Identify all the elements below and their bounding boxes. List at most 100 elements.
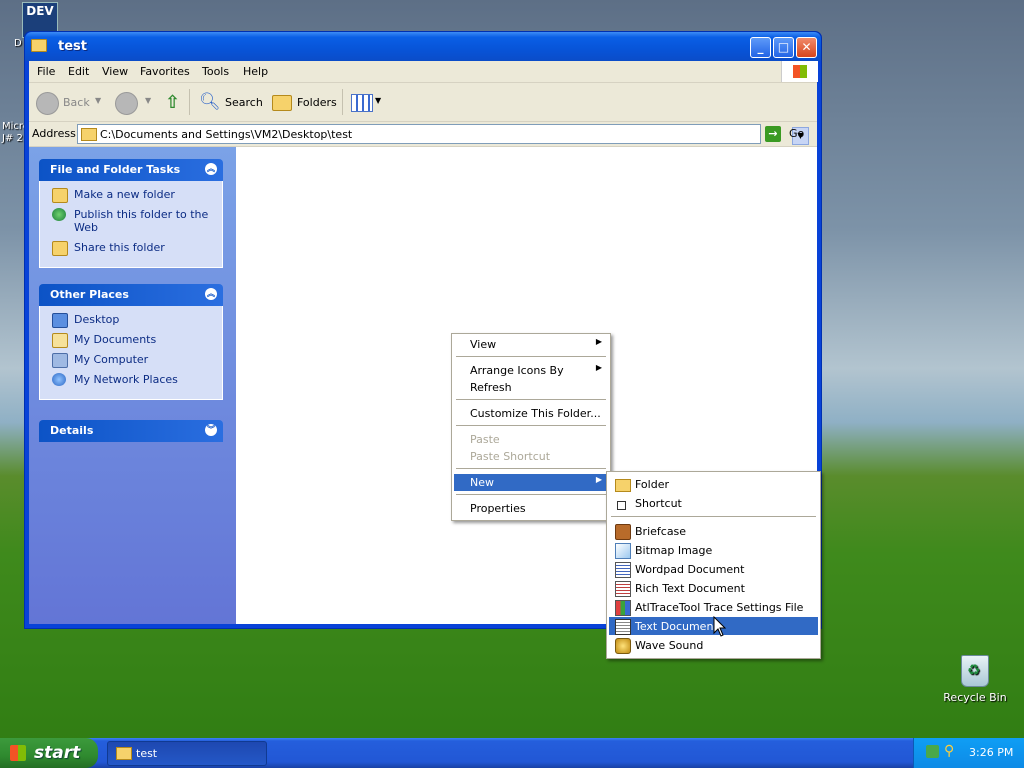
my-computer-icon [52, 353, 68, 368]
desktop-icon [52, 313, 68, 328]
window-title: test [58, 39, 87, 54]
menu-item-paste-shortcut[interactable]: Paste Shortcut [454, 448, 608, 465]
new-rtf-item[interactable]: Rich Text Document [609, 579, 818, 597]
forward-dropdown-icon[interactable]: ▼ [145, 96, 151, 105]
clock[interactable]: 3:26 PM [969, 746, 1013, 759]
panel-header[interactable]: Other Places ︽ [39, 284, 223, 306]
folder-icon [81, 128, 97, 141]
globe-icon [52, 208, 66, 221]
close-button[interactable]: ✕ [796, 37, 817, 58]
context-menu: View ▶ Arrange Icons By ▶ Refresh Customiz… [451, 333, 611, 521]
mouse-cursor-icon [713, 616, 727, 637]
new-atltrace-item[interactable]: AtlTraceTool Trace Settings File [609, 598, 818, 616]
recycle-bin-icon [961, 655, 989, 687]
menu-tools[interactable]: Tools [202, 65, 229, 78]
collapse-chevron-icon[interactable]: ︽ [205, 288, 217, 300]
desktop-icon-label-fragment: J# 2 [2, 133, 23, 144]
folder-icon [116, 747, 132, 760]
network-places-icon [52, 373, 66, 386]
menu-file[interactable]: File [37, 65, 55, 78]
address-label: Address [32, 127, 76, 140]
briefcase-icon [615, 524, 631, 540]
maximize-button[interactable]: □ [773, 37, 794, 58]
new-bitmap-item[interactable]: Bitmap Image [609, 541, 818, 559]
folders-icon[interactable] [272, 95, 292, 111]
back-dropdown-icon[interactable]: ▼ [95, 96, 101, 105]
minimize-button[interactable]: _ [750, 37, 771, 58]
taskbar: start test ⚲ 3:26 PM [0, 738, 1024, 768]
menu-view[interactable]: View [102, 65, 128, 78]
menu-help[interactable]: Help [243, 65, 268, 78]
new-shortcut-item[interactable]: Shortcut [609, 494, 818, 512]
system-tray: ⚲ 3:26 PM [913, 738, 1024, 768]
rich-text-document-icon [615, 581, 631, 597]
address-bar: Address C:\Documents and Settings\VM2\De… [29, 122, 817, 147]
menu-favorites[interactable]: Favorites [140, 65, 190, 78]
wave-sound-icon [615, 638, 631, 654]
task-publish-folder[interactable]: Publish this folder to the Web [52, 208, 214, 234]
start-button[interactable]: start [0, 738, 98, 768]
new-briefcase-item[interactable]: Briefcase [609, 522, 818, 540]
submenu-arrow-icon: ▶ [595, 363, 602, 372]
task-make-new-folder[interactable]: Make a new folder [52, 188, 214, 203]
back-arrow-icon[interactable] [36, 92, 59, 115]
menu-item-customize[interactable]: Customize This Folder... [454, 405, 608, 422]
panel-header[interactable]: File and Folder Tasks ︽ [39, 159, 223, 181]
menu-item-properties[interactable]: Properties [454, 500, 608, 517]
bitmap-icon [615, 543, 631, 559]
network-tray-icon[interactable] [926, 745, 939, 758]
back-button[interactable]: Back [63, 96, 90, 109]
other-places-panel: Other Places ︽ Desktop My Documents My C… [39, 284, 223, 400]
folders-button[interactable]: Folders [297, 96, 337, 109]
trace-settings-icon [615, 600, 631, 616]
new-folder-icon [52, 188, 68, 203]
file-folder-tasks-panel: File and Folder Tasks ︽ Make a new folde… [39, 159, 223, 268]
place-desktop[interactable]: Desktop [52, 313, 214, 328]
windows-logo-icon [781, 61, 818, 82]
folder-icon [615, 479, 631, 492]
title-bar[interactable]: test _ □ ✕ [25, 32, 821, 61]
up-folder-icon[interactable]: ⇧ [165, 92, 183, 113]
views-icon[interactable] [351, 94, 373, 112]
folder-icon [31, 39, 47, 52]
recycle-bin-desktop-icon[interactable]: Recycle Bin [940, 655, 1010, 704]
views-dropdown-icon[interactable]: ▼ [375, 96, 381, 105]
menu-item-new[interactable]: New ▶ [454, 474, 608, 491]
submenu-arrow-icon: ▶ [595, 337, 602, 346]
menu-item-arrange-icons[interactable]: Arrange Icons By ▶ [454, 362, 608, 379]
search-icon[interactable]: 🔍︎ [199, 92, 221, 112]
new-wordpad-item[interactable]: Wordpad Document [609, 560, 818, 578]
go-button[interactable]: Go [789, 127, 804, 140]
menu-item-paste[interactable]: Paste [454, 431, 608, 448]
taskbar-window-button[interactable]: test [107, 741, 267, 766]
go-arrow-icon[interactable]: → [765, 126, 781, 142]
place-my-documents[interactable]: My Documents [52, 333, 214, 348]
address-input[interactable]: C:\Documents and Settings\VM2\Desktop\te… [77, 124, 809, 145]
panel-header[interactable]: Details ︾ [39, 420, 223, 442]
dev-icon-text: DEV [26, 4, 54, 18]
share-folder-icon [52, 241, 68, 256]
wordpad-document-icon [615, 562, 631, 578]
text-document-icon [615, 619, 631, 635]
forward-arrow-icon[interactable] [115, 92, 138, 115]
place-my-network-places[interactable]: My Network Places [52, 373, 214, 386]
menu-bar: File Edit View Favorites Tools Help [29, 61, 818, 83]
expand-chevron-icon[interactable]: ︾ [205, 424, 217, 436]
task-share-folder[interactable]: Share this folder [52, 241, 214, 256]
submenu-arrow-icon: ▶ [595, 475, 602, 484]
details-panel: Details ︾ [39, 420, 223, 442]
search-tray-icon[interactable]: ⚲ [944, 743, 954, 759]
menu-item-view[interactable]: View ▶ [454, 336, 608, 353]
recycle-bin-label: Recycle Bin [943, 691, 1007, 704]
shortcut-icon [617, 501, 626, 510]
my-documents-icon [52, 333, 68, 348]
toolbar: Back ▼ ▼ ⇧ 🔍︎ Search Folders ▼ [29, 83, 817, 122]
new-folder-item[interactable]: Folder [609, 475, 818, 493]
task-pane: File and Folder Tasks ︽ Make a new folde… [29, 147, 236, 624]
menu-item-refresh[interactable]: Refresh [454, 379, 608, 396]
collapse-chevron-icon[interactable]: ︽ [205, 163, 217, 175]
menu-edit[interactable]: Edit [68, 65, 89, 78]
new-wave-sound-item[interactable]: Wave Sound [609, 636, 818, 654]
place-my-computer[interactable]: My Computer [52, 353, 214, 368]
search-button[interactable]: Search [225, 96, 263, 109]
